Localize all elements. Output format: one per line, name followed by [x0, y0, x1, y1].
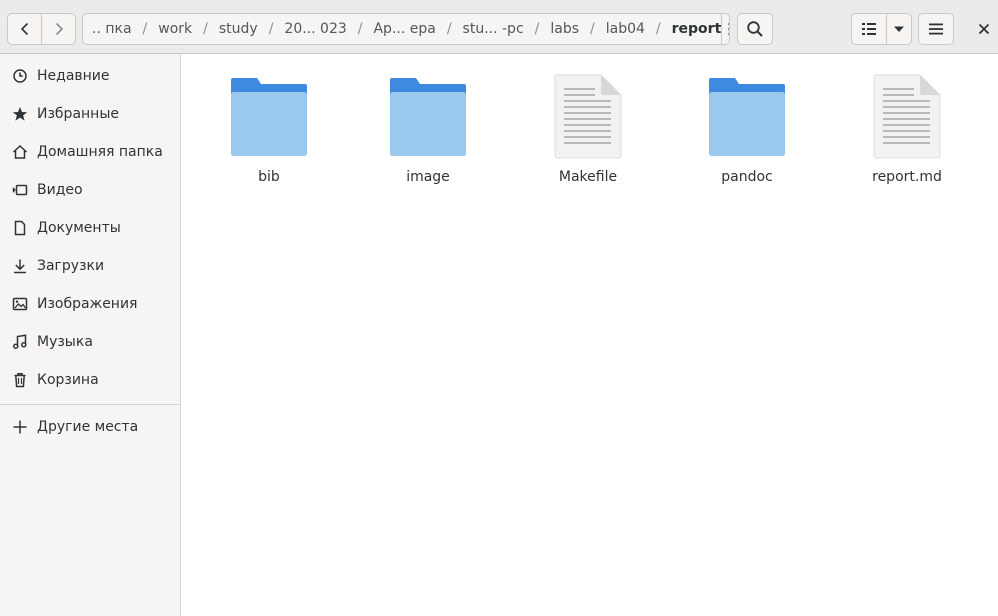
text-file-icon	[862, 71, 952, 161]
sidebar-item-music[interactable]: Музыка	[0, 323, 181, 361]
file-name: bib	[258, 169, 280, 185]
breadcrumb-separator: /	[357, 21, 363, 37]
sidebar-item-label: Домашняя папка	[37, 144, 163, 160]
folder-icon	[702, 71, 792, 161]
image-icon	[12, 296, 28, 312]
sidebar-item-label: Изображения	[37, 296, 138, 312]
navigation-buttons	[7, 13, 76, 45]
open-menu-icon	[929, 23, 943, 35]
sidebar-item-documents[interactable]: Документы	[0, 209, 181, 247]
path-menu-button[interactable]	[721, 14, 729, 44]
sidebar-item-pictures[interactable]: Изображения	[0, 285, 181, 323]
file-item[interactable]: Makefile	[523, 71, 653, 185]
forward-button[interactable]	[41, 14, 75, 44]
music-icon	[12, 334, 28, 350]
breadcrumb-item[interactable]: report	[672, 21, 722, 37]
sidebar-item-downloads[interactable]: Загрузки	[0, 247, 181, 285]
plus-icon	[12, 419, 28, 435]
folder-icon	[224, 71, 314, 161]
search-button[interactable]	[737, 13, 773, 45]
trash-icon	[12, 372, 28, 388]
sidebar-item-label: Избранные	[37, 106, 119, 122]
go-next-icon	[55, 22, 63, 36]
view-options-button[interactable]	[885, 14, 911, 44]
folder-item[interactable]: bib	[204, 71, 334, 185]
breadcrumb-item[interactable]: stu... -pc	[463, 21, 524, 37]
sidebar-item-label: Другие места	[37, 419, 139, 435]
go-previous-icon	[20, 22, 28, 36]
view-list-icon	[861, 23, 876, 35]
sidebar-item-label: Видео	[37, 182, 83, 198]
sidebar: Недавние Избранные Домашняя папка Видео …	[0, 54, 181, 616]
breadcrumb-item[interactable]: study	[219, 21, 258, 37]
sidebar-item-trash[interactable]: Корзина	[0, 361, 181, 399]
breadcrumb-separator: /	[590, 21, 595, 37]
folder-item[interactable]: pandoc	[682, 71, 812, 185]
file-view: bib image Makefile pandoc report.md	[182, 54, 998, 616]
file-item[interactable]: report.md	[842, 71, 972, 185]
file-name: report.md	[872, 169, 942, 185]
breadcrumb-separator: /	[203, 21, 208, 37]
sidebar-item-label: Музыка	[37, 334, 93, 350]
document-icon	[12, 220, 28, 236]
folder-icon	[383, 71, 473, 161]
sidebar-separator	[0, 404, 181, 405]
breadcrumb-separator: /	[655, 21, 661, 37]
sidebar-item-other-places[interactable]: Другие места	[0, 408, 181, 446]
sidebar-item-recent[interactable]: Недавние	[0, 57, 181, 95]
video-icon	[12, 182, 28, 198]
clock-icon	[12, 68, 28, 84]
list-view-button[interactable]	[852, 14, 886, 44]
sidebar-item-video[interactable]: Видео	[0, 171, 181, 209]
back-button[interactable]	[8, 14, 41, 44]
search-icon	[747, 21, 763, 37]
close-icon	[978, 23, 990, 35]
breadcrumb-item[interactable]: lab04	[606, 21, 645, 37]
file-name: Makefile	[558, 169, 618, 185]
sidebar-item-home[interactable]: Домашняя папка	[0, 133, 181, 171]
view-buttons	[851, 13, 912, 45]
file-name: image	[406, 169, 450, 185]
breadcrumb-separator: /	[142, 21, 148, 37]
breadcrumb-item[interactable]: Ар... ера	[373, 21, 435, 37]
download-icon	[12, 258, 28, 274]
view-more-icon	[728, 23, 729, 35]
sidebar-item-label: Загрузки	[37, 258, 105, 274]
pan-down-icon	[893, 26, 904, 32]
breadcrumb: .. пка / work / study / 20... 023 / Ар... ера / st…	[83, 14, 721, 44]
breadcrumb-item[interactable]: work	[158, 21, 192, 37]
sidebar-item-label: Корзина	[37, 372, 99, 388]
breadcrumb-item[interactable]: .. пка	[92, 21, 132, 37]
breadcrumb-item[interactable]: labs	[550, 21, 579, 37]
sidebar-item-label: Документы	[37, 220, 121, 236]
close-button[interactable]	[970, 13, 998, 45]
breadcrumb-separator: /	[534, 21, 540, 37]
headerbar: .. пка / work / study / 20... 023 / Ар... ера / st…	[0, 0, 998, 54]
breadcrumb-item[interactable]: 20... 023	[284, 21, 346, 37]
file-name: pandoc	[721, 169, 773, 185]
path-bar: .. пка / work / study / 20... 023 / Ар... ера / st…	[82, 13, 730, 45]
sidebar-item-label: Недавние	[37, 68, 110, 84]
text-file-icon	[543, 71, 633, 161]
star-icon	[12, 106, 28, 122]
folder-item[interactable]: image	[363, 71, 493, 185]
breadcrumb-separator: /	[268, 21, 274, 37]
main-menu-button[interactable]	[918, 13, 954, 45]
sidebar-item-starred[interactable]: Избранные	[0, 95, 181, 133]
home-icon	[12, 144, 28, 160]
breadcrumb-separator: /	[446, 21, 452, 37]
